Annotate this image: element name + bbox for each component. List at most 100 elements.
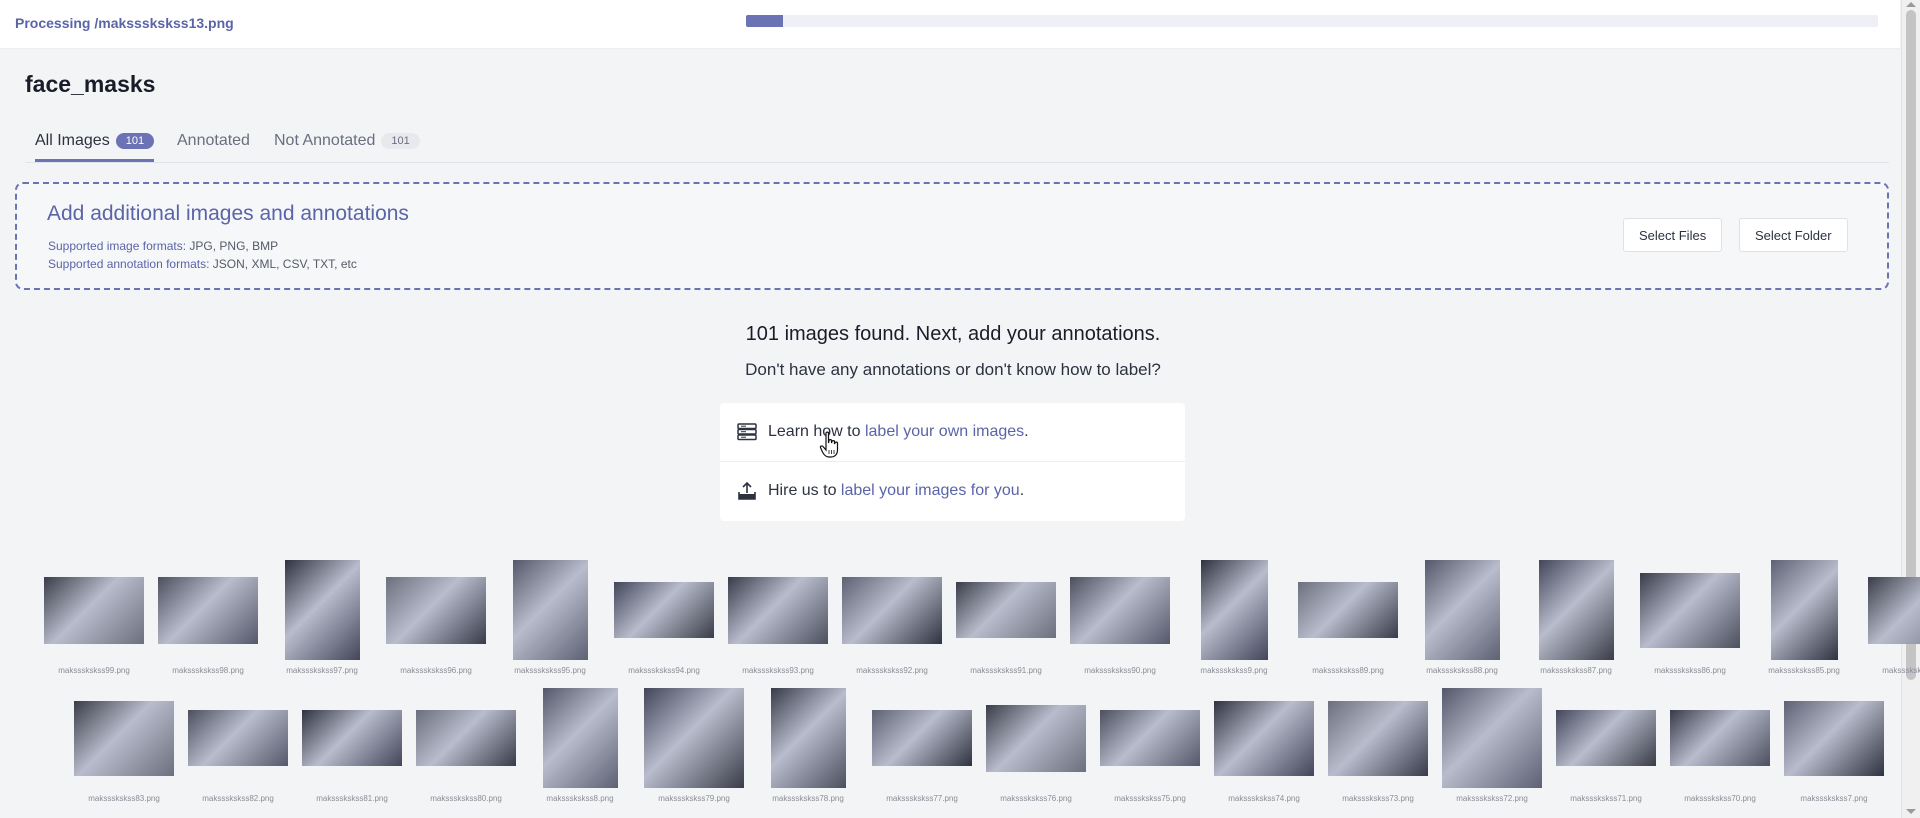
thumbnail-image[interactable] bbox=[644, 688, 744, 788]
thumbnail-image[interactable] bbox=[1784, 700, 1884, 776]
thumbnail-image[interactable] bbox=[74, 700, 174, 776]
thumbnail-filename: makssskskss92.png bbox=[856, 666, 928, 675]
thumbnail-image[interactable] bbox=[1770, 560, 1838, 660]
image-thumbnail[interactable]: makssskskss76.png bbox=[981, 688, 1091, 808]
image-thumbnail[interactable]: makssskskss81.png bbox=[297, 688, 407, 808]
thumbnail-grid-row-2: makssskskss83.png makssskskss82.png maksss… bbox=[0, 688, 1900, 808]
learn-suffix: . bbox=[1024, 423, 1029, 440]
thumbnail-image[interactable] bbox=[1442, 688, 1542, 788]
thumbnail-filename: makssskskss74.png bbox=[1228, 794, 1300, 803]
thumbnail-image[interactable] bbox=[842, 576, 942, 644]
upload-dropzone[interactable]: Add additional images and annotations Su… bbox=[15, 182, 1889, 290]
thumbnail-image[interactable] bbox=[1424, 560, 1500, 660]
thumbnail-filename: makssskskss79.png bbox=[658, 794, 730, 803]
thumbnail-image[interactable] bbox=[1298, 582, 1398, 638]
scroll-up-icon[interactable] bbox=[1906, 2, 1916, 7]
image-thumbnail[interactable]: makssskskss7.png bbox=[1779, 688, 1889, 808]
thumbnail-image[interactable] bbox=[302, 710, 402, 766]
annotations-help-question: Don't have any annotations or don't know… bbox=[745, 360, 1161, 379]
annotation-formats-value: JSON, XML, CSV, TXT, etc bbox=[212, 257, 357, 271]
image-thumbnail[interactable]: makssskskss74.png bbox=[1209, 688, 1319, 808]
image-formats-label: Supported image formats: bbox=[48, 239, 187, 253]
thumbnail-image[interactable] bbox=[728, 576, 828, 644]
thumbnail-filename: makssskskss81.png bbox=[316, 794, 388, 803]
thumbnail-image[interactable] bbox=[416, 710, 516, 766]
thumbnail-filename: makssskskss8.png bbox=[546, 794, 614, 803]
thumbnail-filename: makssskskss99.png bbox=[58, 666, 130, 675]
thumbnail-filename: makssskskss87.png bbox=[1540, 666, 1612, 675]
image-thumbnail[interactable]: makssskskss93.png bbox=[723, 560, 833, 680]
image-thumbnail[interactable]: makssskskss90.png bbox=[1065, 560, 1175, 680]
image-thumbnail[interactable]: makssskskss87.png bbox=[1521, 560, 1631, 680]
image-thumbnail[interactable]: makssskskss9.png bbox=[1179, 560, 1289, 680]
image-thumbnail[interactable]: makssskskss72.png bbox=[1437, 688, 1547, 808]
page-scrollbar[interactable] bbox=[1901, 0, 1920, 818]
image-thumbnail[interactable]: makssskskss95.png bbox=[495, 560, 605, 680]
image-thumbnail[interactable]: makssskskss97.png bbox=[267, 560, 377, 680]
thumbnail-image[interactable] bbox=[1200, 560, 1268, 660]
thumbnail-image[interactable] bbox=[1640, 572, 1740, 648]
thumbnail-image[interactable] bbox=[44, 576, 144, 644]
image-thumbnail[interactable]: makssskskss88.png bbox=[1407, 560, 1517, 680]
thumbnail-filename: makssskskss93.png bbox=[742, 666, 814, 675]
thumbnail-image[interactable] bbox=[1556, 710, 1656, 766]
label-own-images-link[interactable]: label your own images bbox=[865, 423, 1024, 441]
upload-title: Add additional images and annotations bbox=[47, 202, 409, 225]
tab-label: Annotated bbox=[177, 132, 250, 149]
thumbnail-image[interactable] bbox=[1328, 700, 1428, 776]
image-thumbnail[interactable]: makssskskss77.png bbox=[867, 688, 977, 808]
select-folder-button[interactable]: Select Folder bbox=[1739, 218, 1848, 252]
image-thumbnail[interactable]: makssskskss78.png bbox=[753, 688, 863, 808]
thumbnail-image[interactable] bbox=[188, 710, 288, 766]
image-thumbnail[interactable]: makssskskss94.png bbox=[609, 560, 719, 680]
tab-all-images[interactable]: All Images 101 bbox=[35, 122, 155, 162]
select-files-button[interactable]: Select Files bbox=[1623, 218, 1723, 252]
image-thumbnail[interactable]: makssskskss70.png bbox=[1665, 688, 1775, 808]
thumbnail-image[interactable] bbox=[872, 710, 972, 766]
thumbnail-image[interactable] bbox=[614, 582, 714, 638]
thumbnail-image[interactable] bbox=[1100, 710, 1200, 766]
tab-annotated[interactable]: Annotated bbox=[177, 122, 250, 160]
image-thumbnail[interactable]: makssskskss86.png bbox=[1635, 560, 1745, 680]
image-thumbnail[interactable]: makssskskss73.png bbox=[1323, 688, 1433, 808]
thumbnail-image[interactable] bbox=[986, 704, 1086, 772]
image-thumbnail[interactable]: makssskskss92.png bbox=[837, 560, 947, 680]
thumbnail-image[interactable] bbox=[956, 582, 1056, 638]
image-thumbnail[interactable]: makssskskss91.png bbox=[951, 560, 1061, 680]
thumbnail-filename: makssskskss85.png bbox=[1768, 666, 1840, 675]
thumbnail-image[interactable] bbox=[1070, 576, 1170, 644]
image-thumbnail[interactable]: makssskskss80.png bbox=[411, 688, 521, 808]
tab-not-annotated[interactable]: Not Annotated 101 bbox=[274, 122, 420, 160]
thumbnail-image[interactable] bbox=[158, 576, 258, 644]
image-thumbnail[interactable]: makssskskss71.png bbox=[1551, 688, 1661, 808]
scroll-down-icon[interactable] bbox=[1906, 809, 1916, 814]
image-thumbnail[interactable]: makssskskss8.png bbox=[525, 688, 635, 808]
thumbnail-image[interactable] bbox=[1214, 700, 1314, 776]
thumbnail-image[interactable] bbox=[1538, 560, 1614, 660]
image-thumbnail[interactable]: makssskskss83.png bbox=[69, 688, 179, 808]
image-thumbnail[interactable]: makssskskss85.png bbox=[1749, 560, 1859, 680]
thumbnail-image[interactable] bbox=[512, 560, 588, 660]
thumbnail-image[interactable] bbox=[1670, 710, 1770, 766]
image-thumbnail[interactable]: makssskskss75.png bbox=[1095, 688, 1205, 808]
label-images-for-you-link[interactable]: label your images for you bbox=[841, 482, 1020, 500]
image-thumbnail[interactable]: makssskskss99.png bbox=[39, 560, 149, 680]
image-thumbnail[interactable]: makssskskss96.png bbox=[381, 560, 491, 680]
image-thumbnail[interactable]: makssskskss82.png bbox=[183, 688, 293, 808]
image-thumbnail[interactable]: makssskskss84.png bbox=[1863, 560, 1920, 680]
image-thumbnail[interactable]: makssskskss79.png bbox=[639, 688, 749, 808]
thumbnail-image[interactable] bbox=[284, 560, 360, 660]
image-thumbnail[interactable]: makssskskss89.png bbox=[1293, 560, 1403, 680]
thumbnail-filename: makssskskss86.png bbox=[1654, 666, 1726, 675]
thumbnail-image[interactable] bbox=[542, 688, 618, 788]
thumbnail-image[interactable] bbox=[386, 576, 486, 644]
thumbnail-image[interactable] bbox=[770, 688, 846, 788]
thumbnail-filename: makssskskss98.png bbox=[172, 666, 244, 675]
thumbnail-filename: makssskskss76.png bbox=[1000, 794, 1072, 803]
upload-tray-icon bbox=[738, 481, 756, 500]
thumbnail-image[interactable] bbox=[1868, 576, 1920, 644]
count-badge: 101 bbox=[115, 132, 155, 149]
books-icon bbox=[737, 423, 757, 441]
image-thumbnail[interactable]: makssskskss98.png bbox=[153, 560, 263, 680]
hand-pointer-icon bbox=[819, 431, 839, 458]
